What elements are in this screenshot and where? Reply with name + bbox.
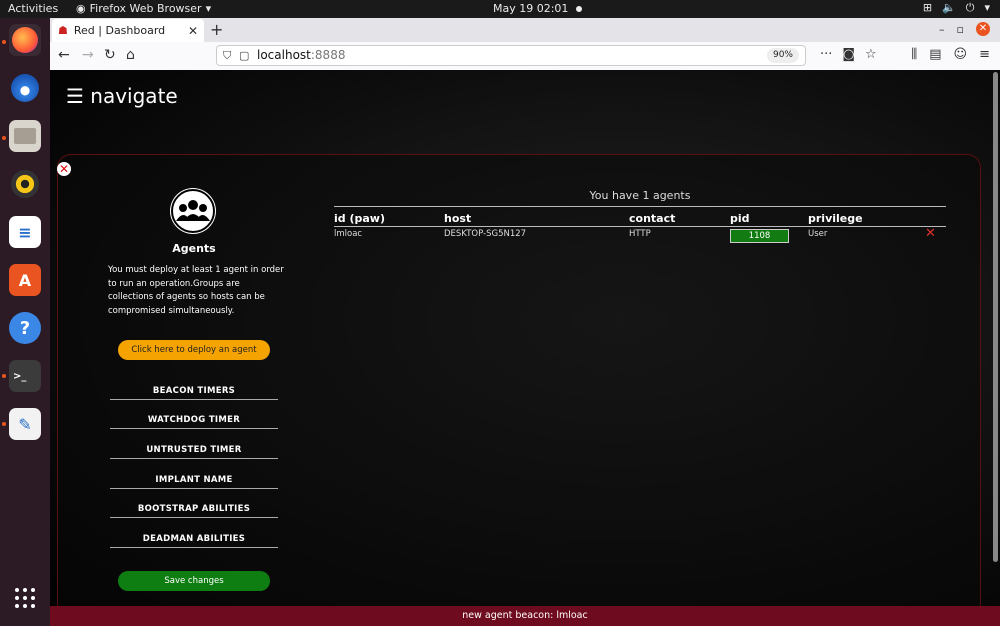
navigate-menu[interactable]: ☰ navigate: [66, 84, 178, 108]
watchdog-timer-field[interactable]: WATCHDOG TIMER: [110, 415, 278, 429]
close-window-icon[interactable]: ✕: [976, 22, 990, 36]
system-top-bar: Activities ◉ Firefox Web Browser ▾ May 1…: [0, 0, 1000, 18]
firefox-icon[interactable]: [9, 24, 41, 56]
power-icon: ⏻: [965, 1, 975, 14]
terminal-icon[interactable]: >_: [9, 360, 41, 392]
pocket-icon[interactable]: ◙: [842, 47, 855, 62]
network-icon: ⊞: [922, 1, 933, 14]
library-icon[interactable]: ⫼: [911, 47, 917, 62]
col-header-contact: contact: [629, 212, 676, 225]
reload-icon[interactable]: ↻: [104, 47, 116, 63]
dock: ≡ A ? >_ ✎: [0, 18, 50, 626]
app-menu-label: Firefox Web Browser: [89, 2, 202, 15]
bookmark-star-icon[interactable]: ☆: [865, 47, 877, 62]
software-store-icon[interactable]: A: [9, 264, 41, 296]
thunderbird-icon[interactable]: [9, 72, 41, 104]
app-menu[interactable]: ◉ Firefox Web Browser ▾: [76, 2, 211, 15]
maximize-icon[interactable]: ▫: [957, 23, 964, 36]
page-content: ☰ navigate ✕ Agents You must deploy at l…: [50, 70, 1000, 626]
writer-icon[interactable]: ≡: [9, 216, 41, 248]
agents-group-icon: [170, 188, 216, 234]
home-icon[interactable]: ⌂: [126, 47, 135, 63]
url-port: :8888: [310, 48, 346, 62]
kill-agent-icon[interactable]: ✕: [925, 226, 936, 241]
close-tab-icon[interactable]: ✕: [188, 24, 198, 38]
agents-heading: Agents: [172, 242, 216, 255]
help-icon[interactable]: ?: [9, 312, 41, 344]
implant-name-field[interactable]: IMPLANT NAME: [110, 475, 278, 489]
url-actions: ··· ◙ ☆: [820, 47, 877, 62]
volume-icon: 🔈: [942, 1, 956, 14]
files-icon[interactable]: [9, 120, 41, 152]
save-changes-button[interactable]: Save changes: [118, 571, 270, 591]
account-icon[interactable]: ☺: [954, 47, 968, 62]
firefox-window: ☗ Red | Dashboard ✕ + – ▫ ✕ ← → ↻ ⌂ ⛉ ▢ …: [50, 18, 1000, 626]
zoom-badge[interactable]: 90%: [766, 48, 799, 63]
notification-dot-icon: [576, 6, 583, 12]
agents-description: You must deploy at least 1 agent in orde…: [108, 265, 284, 316]
agent-paw[interactable]: lmloac: [334, 229, 362, 239]
chevron-down-icon: ▾: [205, 2, 212, 15]
deadman-abilities-field[interactable]: DEADMAN ABILITIES: [110, 534, 278, 548]
show-applications-icon[interactable]: [15, 588, 35, 608]
divider: [334, 206, 946, 207]
bootstrap-abilities-field[interactable]: BOOTSTRAP ABILITIES: [110, 504, 278, 518]
status-bar: new agent beacon: lmloac: [50, 606, 1000, 626]
menu-icon[interactable]: ≡: [979, 47, 990, 62]
system-tray[interactable]: ⊞ 🔈 ⏻ ▾: [923, 1, 990, 15]
agent-privilege: User: [808, 229, 828, 239]
tab-bar: ☗ Red | Dashboard ✕ + – ▫ ✕: [50, 18, 1000, 42]
col-header-privilege: privilege: [808, 212, 863, 225]
col-header-host: host: [444, 212, 472, 225]
tab-red-dashboard[interactable]: ☗ Red | Dashboard ✕: [52, 19, 204, 42]
firefox-small-icon: ◉: [76, 2, 86, 15]
forward-icon[interactable]: →: [82, 47, 94, 63]
agent-host: DESKTOP-SG5N127: [444, 229, 527, 239]
back-icon[interactable]: ←: [58, 47, 70, 63]
running-indicator-icon: [2, 374, 6, 378]
url-bar[interactable]: ⛉ ▢ localhost:8888 90%: [216, 45, 806, 66]
page-actions-icon[interactable]: ···: [820, 47, 832, 62]
deploy-agent-button[interactable]: Click here to deploy an agent: [118, 340, 270, 360]
clock[interactable]: May 19 02:01: [493, 2, 583, 15]
url-host: localhost: [257, 48, 311, 62]
rhythmbox-icon[interactable]: [9, 168, 41, 200]
col-header-pid: pid: [730, 212, 750, 225]
running-indicator-icon: [2, 40, 6, 44]
agent-contact: HTTP: [629, 229, 651, 239]
page-info-icon: ▢: [239, 49, 250, 62]
running-indicator-icon: [2, 422, 6, 426]
nav-toolbar: ← → ↻ ⌂ ⛉ ▢ localhost:8888 90% ··· ◙ ☆ ⫼…: [50, 42, 1000, 71]
favicon-icon: ☗: [58, 24, 68, 37]
window-controls: – ▫ ✕: [939, 22, 990, 36]
new-tab-icon[interactable]: +: [210, 20, 223, 39]
toolbar-right: ⫼ ▤ ☺ ≡: [911, 47, 990, 62]
minimize-icon[interactable]: –: [939, 23, 945, 36]
running-indicator-icon: [2, 136, 6, 140]
col-header-paw: id (paw): [334, 212, 385, 225]
shield-icon: ⛉: [223, 49, 232, 62]
agent-pid: 1108: [730, 229, 789, 243]
text-editor-icon[interactable]: ✎: [9, 408, 41, 440]
divider: [334, 226, 946, 227]
tab-title: Red | Dashboard: [73, 24, 166, 37]
agent-count: You have 1 agents: [589, 189, 691, 202]
clock-text: May 19 02:01: [493, 2, 569, 15]
activities-button[interactable]: Activities: [8, 2, 58, 15]
chevron-down-icon: ▾: [984, 1, 990, 14]
beacon-timers-field[interactable]: BEACON TIMERS: [110, 386, 278, 400]
untrusted-timer-field[interactable]: UNTRUSTED TIMER: [110, 445, 278, 459]
page-scrollbar[interactable]: [993, 72, 998, 562]
sidebar-icon[interactable]: ▤: [929, 47, 941, 62]
close-panel-icon[interactable]: ✕: [57, 162, 71, 176]
